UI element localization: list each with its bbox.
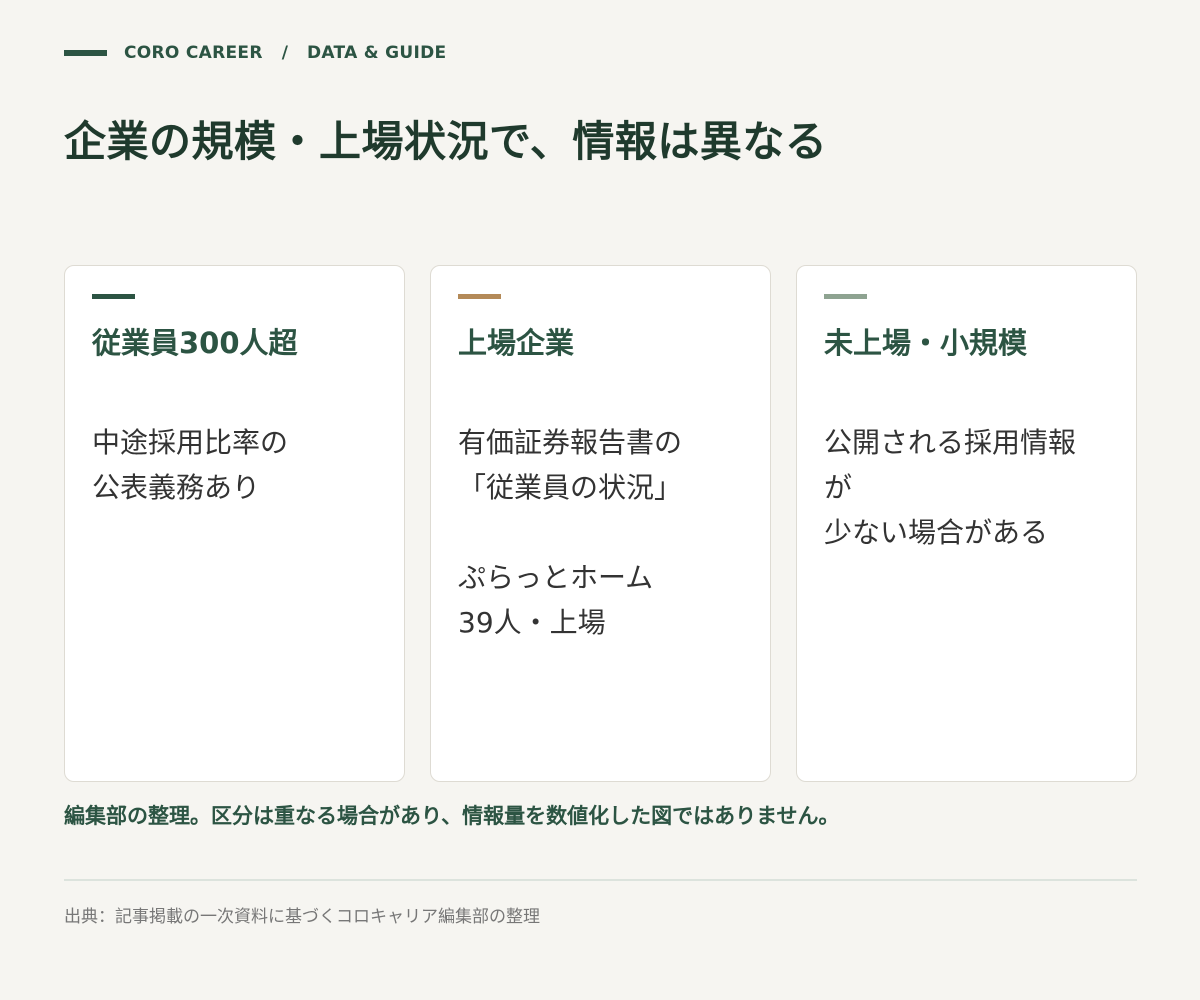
breadcrumb-separator: / bbox=[281, 43, 288, 63]
footer-divider bbox=[64, 879, 1137, 881]
card-title: 未上場・小規模 bbox=[824, 326, 1028, 360]
source-credit: 出典：記事掲載の一次資料に基づくコロキャリア編集部の整理 bbox=[64, 907, 540, 927]
header-breadcrumb: CORO CAREER / DATA & GUIDE bbox=[64, 40, 446, 66]
editorial-note: 編集部の整理。区分は重なる場合があり、情報量を数値化した図ではありません。 bbox=[64, 804, 840, 828]
card-body: 公開される採用情報 が 少ない場合がある bbox=[824, 420, 1109, 555]
card-accent-bar bbox=[458, 294, 501, 299]
card-body: 中途採用比率の 公表義務あり bbox=[92, 420, 377, 510]
card-title: 従業員300人超 bbox=[92, 326, 298, 360]
card-line: 公表義務あり bbox=[92, 471, 261, 504]
card-title: 上場企業 bbox=[458, 326, 575, 360]
card-line: 39人・上場 bbox=[458, 606, 606, 639]
card-line: が bbox=[824, 471, 853, 504]
card-unlisted-small: 未上場・小規模 公開される採用情報 が 少ない場合がある bbox=[796, 265, 1137, 782]
page-title: 企業の規模・上場状況で、情報は異なる bbox=[64, 117, 828, 166]
card-accent-bar bbox=[824, 294, 867, 299]
card-listed-company: 上場企業 有価証券報告書の 「従業員の状況」 ぷらっとホーム 39人・上場 bbox=[430, 265, 771, 782]
card-body: 有価証券報告書の 「従業員の状況」 ぷらっとホーム 39人・上場 bbox=[458, 420, 743, 645]
card-line: 「従業員の状況」 bbox=[458, 471, 683, 504]
card-line: 少ない場合がある bbox=[824, 516, 1049, 549]
card-large-company: 従業員300人超 中途採用比率の 公表義務あり bbox=[64, 265, 405, 782]
section-label[interactable]: DATA & GUIDE bbox=[307, 43, 446, 63]
card-line: 公開される採用情報 bbox=[824, 426, 1077, 459]
card-accent-bar bbox=[92, 294, 135, 299]
brand-label[interactable]: CORO CAREER bbox=[124, 43, 263, 63]
header-accent-bar bbox=[64, 50, 107, 56]
card-line: ぷらっとホーム bbox=[458, 561, 654, 594]
card-line-spacer bbox=[458, 510, 743, 555]
card-line: 中途採用比率の bbox=[92, 426, 289, 459]
card-line: 有価証券報告書の bbox=[458, 426, 683, 459]
